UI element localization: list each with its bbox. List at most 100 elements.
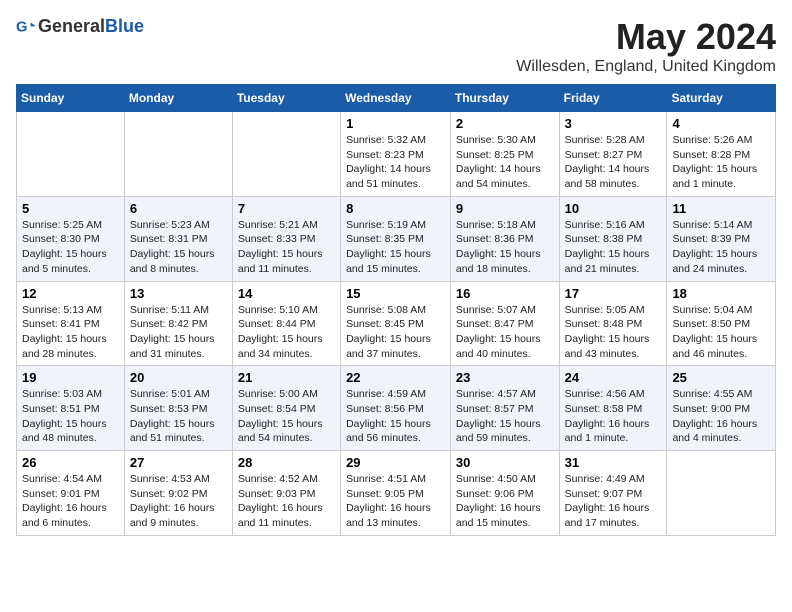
calendar-cell: 14Sunrise: 5:10 AMSunset: 8:44 PMDayligh… — [232, 281, 340, 366]
calendar-cell: 20Sunrise: 5:01 AMSunset: 8:53 PMDayligh… — [124, 366, 232, 451]
day-info: Sunrise: 5:25 AMSunset: 8:30 PMDaylight:… — [22, 218, 119, 277]
calendar-cell: 9Sunrise: 5:18 AMSunset: 8:36 PMDaylight… — [450, 196, 559, 281]
day-info: Sunrise: 5:04 AMSunset: 8:50 PMDaylight:… — [672, 303, 770, 362]
week-row-2: 5Sunrise: 5:25 AMSunset: 8:30 PMDaylight… — [17, 196, 776, 281]
day-info: Sunrise: 5:08 AMSunset: 8:45 PMDaylight:… — [346, 303, 445, 362]
sunset-text: Sunset: 8:54 PM — [238, 402, 335, 417]
calendar-cell: 10Sunrise: 5:16 AMSunset: 8:38 PMDayligh… — [559, 196, 667, 281]
daylight-text: Daylight: 16 hours and 15 minutes. — [456, 501, 554, 530]
day-info: Sunrise: 4:54 AMSunset: 9:01 PMDaylight:… — [22, 472, 119, 531]
svg-text:G: G — [16, 19, 27, 35]
daylight-text: Daylight: 15 hours and 24 minutes. — [672, 247, 770, 276]
day-number: 22 — [346, 370, 445, 385]
day-info: Sunrise: 4:49 AMSunset: 9:07 PMDaylight:… — [565, 472, 662, 531]
day-number: 9 — [456, 201, 554, 216]
daylight-text: Daylight: 15 hours and 15 minutes. — [346, 247, 445, 276]
daylight-text: Daylight: 16 hours and 4 minutes. — [672, 417, 770, 446]
calendar-cell: 17Sunrise: 5:05 AMSunset: 8:48 PMDayligh… — [559, 281, 667, 366]
sunset-text: Sunset: 8:50 PM — [672, 317, 770, 332]
sunset-text: Sunset: 9:03 PM — [238, 487, 335, 502]
calendar-cell: 6Sunrise: 5:23 AMSunset: 8:31 PMDaylight… — [124, 196, 232, 281]
sunset-text: Sunset: 8:51 PM — [22, 402, 119, 417]
day-number: 3 — [565, 116, 662, 131]
calendar-cell: 19Sunrise: 5:03 AMSunset: 8:51 PMDayligh… — [17, 366, 125, 451]
calendar-cell — [667, 451, 776, 536]
calendar-cell: 31 Sunrise: 4:49 AMSunset: 9:07 PMDayligh… — [559, 451, 667, 536]
daylight-text: Daylight: 15 hours and 5 minutes. — [22, 247, 119, 276]
day-number: 4 — [672, 116, 770, 131]
day-info: Sunrise: 4:57 AMSunset: 8:57 PMDaylight:… — [456, 387, 554, 446]
sunrise-text: Sunrise: 5:07 AM — [456, 303, 554, 318]
calendar-cell: 28 Sunrise: 4:52 AMSunset: 9:03 PMDayligh… — [232, 451, 340, 536]
header: G GeneralBlue May 2024 Willesden, Englan… — [16, 16, 776, 76]
day-info: Sunrise: 5:07 AMSunset: 8:47 PMDaylight:… — [456, 303, 554, 362]
daylight-text: Daylight: 15 hours and 1 minute. — [672, 162, 770, 191]
day-info: Sunrise: 4:53 AMSunset: 9:02 PMDaylight:… — [130, 472, 227, 531]
daylight-text: Daylight: 15 hours and 59 minutes. — [456, 417, 554, 446]
calendar-cell: 24 Sunrise: 4:56 AMSunset: 8:58 PMDayligh… — [559, 366, 667, 451]
daylight-text: Daylight: 15 hours and 31 minutes. — [130, 332, 227, 361]
day-number: 1 — [346, 116, 445, 131]
logo-icon: G — [16, 17, 36, 37]
day-number: 28 — [238, 455, 335, 470]
sunset-text: Sunset: 8:25 PM — [456, 148, 554, 163]
sunrise-text: Sunrise: 5:13 AM — [22, 303, 119, 318]
sunset-text: Sunset: 8:48 PM — [565, 317, 662, 332]
sunset-text: Sunset: 8:38 PM — [565, 232, 662, 247]
sunrise-text: Sunrise: 5:30 AM — [456, 133, 554, 148]
sunset-text: Sunset: 8:27 PM — [565, 148, 662, 163]
sunrise-text: Sunrise: 4:50 AM — [456, 472, 554, 487]
daylight-text: Daylight: 15 hours and 28 minutes. — [22, 332, 119, 361]
sunset-text: Sunset: 9:07 PM — [565, 487, 662, 502]
sunrise-text: Sunrise: 5:08 AM — [346, 303, 445, 318]
sunrise-text: Sunrise: 5:11 AM — [130, 303, 227, 318]
week-row-1: 1 Sunrise: 5:32 AMSunset: 8:23 PMDaylight… — [17, 112, 776, 197]
sunrise-text: Sunrise: 5:04 AM — [672, 303, 770, 318]
daylight-text: Daylight: 16 hours and 17 minutes. — [565, 501, 662, 530]
sunrise-text: Sunrise: 5:19 AM — [346, 218, 445, 233]
day-info: Sunrise: 5:13 AMSunset: 8:41 PMDaylight:… — [22, 303, 119, 362]
sunset-text: Sunset: 8:33 PM — [238, 232, 335, 247]
daylight-text: Daylight: 15 hours and 48 minutes. — [22, 417, 119, 446]
sunrise-text: Sunrise: 5:14 AM — [672, 218, 770, 233]
sunset-text: Sunset: 8:28 PM — [672, 148, 770, 163]
logo-general: General — [38, 16, 105, 36]
column-header-tuesday: Tuesday — [232, 85, 340, 112]
sunrise-text: Sunrise: 4:52 AM — [238, 472, 335, 487]
calendar-cell: 2Sunrise: 5:30 AMSunset: 8:25 PMDaylight… — [450, 112, 559, 197]
day-number: 24 — [565, 370, 662, 385]
sunset-text: Sunset: 9:05 PM — [346, 487, 445, 502]
daylight-text: Daylight: 16 hours and 9 minutes. — [130, 501, 227, 530]
logo: G GeneralBlue — [16, 16, 144, 37]
daylight-text: Daylight: 15 hours and 40 minutes. — [456, 332, 554, 361]
day-info: Sunrise: 4:51 AMSunset: 9:05 PMDaylight:… — [346, 472, 445, 531]
sunset-text: Sunset: 8:47 PM — [456, 317, 554, 332]
sunset-text: Sunset: 9:06 PM — [456, 487, 554, 502]
day-number: 2 — [456, 116, 554, 131]
sunset-text: Sunset: 8:31 PM — [130, 232, 227, 247]
sunrise-text: Sunrise: 4:54 AM — [22, 472, 119, 487]
day-info: Sunrise: 5:32 AMSunset: 8:23 PMDaylight:… — [346, 133, 445, 192]
week-row-4: 19Sunrise: 5:03 AMSunset: 8:51 PMDayligh… — [17, 366, 776, 451]
day-info: Sunrise: 4:56 AMSunset: 8:58 PMDaylight:… — [565, 387, 662, 446]
day-number: 16 — [456, 286, 554, 301]
sunset-text: Sunset: 8:56 PM — [346, 402, 445, 417]
day-number: 31 — [565, 455, 662, 470]
day-info: Sunrise: 4:52 AMSunset: 9:03 PMDaylight:… — [238, 472, 335, 531]
sunset-text: Sunset: 8:30 PM — [22, 232, 119, 247]
day-number: 26 — [22, 455, 119, 470]
calendar-table: SundayMondayTuesdayWednesdayThursdayFrid… — [16, 84, 776, 536]
daylight-text: Daylight: 16 hours and 1 minute. — [565, 417, 662, 446]
sunrise-text: Sunrise: 4:49 AM — [565, 472, 662, 487]
day-number: 23 — [456, 370, 554, 385]
daylight-text: Daylight: 15 hours and 11 minutes. — [238, 247, 335, 276]
calendar-cell: 16 Sunrise: 5:07 AMSunset: 8:47 PMDayligh… — [450, 281, 559, 366]
sunset-text: Sunset: 8:58 PM — [565, 402, 662, 417]
daylight-text: Daylight: 15 hours and 8 minutes. — [130, 247, 227, 276]
day-number: 15 — [346, 286, 445, 301]
daylight-text: Daylight: 15 hours and 37 minutes. — [346, 332, 445, 361]
sunset-text: Sunset: 8:45 PM — [346, 317, 445, 332]
day-number: 18 — [672, 286, 770, 301]
calendar-cell: 13Sunrise: 5:11 AMSunset: 8:42 PMDayligh… — [124, 281, 232, 366]
day-number: 13 — [130, 286, 227, 301]
